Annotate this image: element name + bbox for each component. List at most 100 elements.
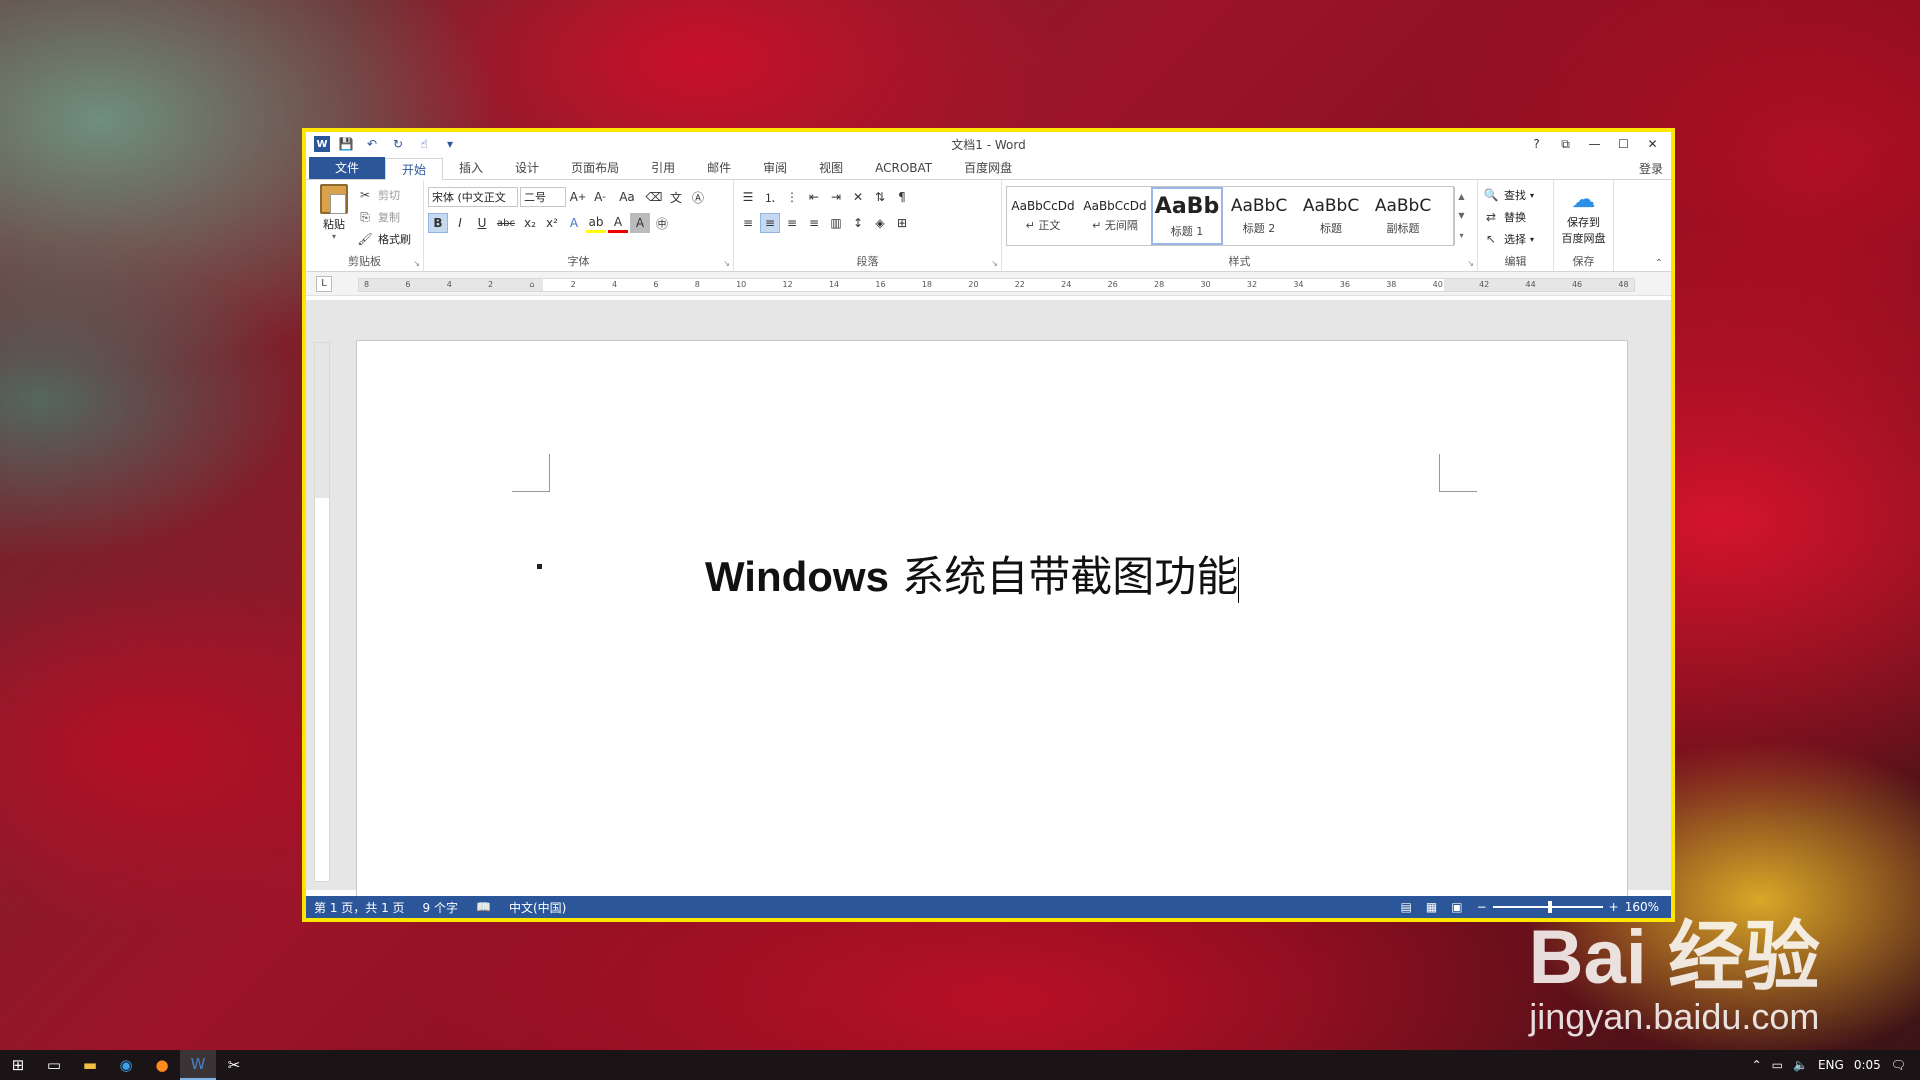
tab-insert[interactable]: 插入 [443, 157, 499, 179]
page-count[interactable]: 第 1 页，共 1 页 [314, 899, 405, 916]
distributed-icon[interactable]: ▥ [826, 213, 846, 233]
grow-font-icon[interactable]: A + [568, 187, 588, 207]
zoom-slider[interactable] [1492, 901, 1603, 913]
ribbon-display-button[interactable]: ⧉ [1551, 132, 1580, 156]
tab-review[interactable]: 审阅 [747, 157, 803, 179]
save-baidu-button[interactable]: ☁ 保存到 百度网盘 [1558, 184, 1609, 246]
tab-design[interactable]: 设计 [499, 157, 555, 179]
numbering-icon[interactable]: ⒈ [760, 187, 780, 207]
touch-mode-icon[interactable]: ☝ [414, 135, 434, 153]
word-taskbar-icon[interactable]: W [180, 1050, 216, 1080]
char-border-icon[interactable]: Ⓐ [688, 187, 708, 207]
cut-button[interactable]: ✂ 剪切 [356, 184, 411, 206]
font-color-icon[interactable]: A [608, 213, 628, 233]
justify-icon[interactable]: ≡ [804, 213, 824, 233]
copy-button[interactable]: ⎘ 复制 [356, 206, 411, 228]
line-spacing-icon[interactable]: ↕ [848, 213, 868, 233]
close-button[interactable]: ✕ [1638, 132, 1667, 156]
style-no-spacing[interactable]: AaBbCcDd ↵ 无间隔 [1079, 187, 1151, 245]
language-indicator[interactable]: 中文(中国) [509, 899, 566, 916]
vertical-ruler[interactable] [314, 342, 330, 882]
maximize-button[interactable]: ☐ [1609, 132, 1638, 156]
redo-icon[interactable]: ↻ [388, 135, 408, 153]
increase-indent-icon[interactable]: ⇥ [826, 187, 846, 207]
styles-scroll[interactable]: ▲ ▼ ▾ [1454, 187, 1468, 245]
align-center-icon[interactable]: ≡ [760, 213, 780, 233]
borders-icon[interactable]: ⊞ [892, 213, 912, 233]
dialog-launcher-icon[interactable]: ↘ [413, 259, 420, 268]
tab-acrobat[interactable]: ACROBAT [859, 157, 948, 179]
chinese-layout-icon[interactable]: ✕ [848, 187, 868, 207]
tab-file[interactable]: 文件 [309, 157, 386, 179]
style-subtitle[interactable]: AaBbC 副标题 [1367, 187, 1439, 245]
align-right-icon[interactable]: ≡ [782, 213, 802, 233]
tray-chevron-icon[interactable]: ⌃ [1752, 1058, 1762, 1072]
customize-icon[interactable]: ▾ [440, 135, 460, 153]
edge-icon[interactable]: ◉ [108, 1050, 144, 1080]
tab-selector[interactable]: L [316, 276, 332, 292]
align-left-icon[interactable]: ≡ [738, 213, 758, 233]
enclose-char-icon[interactable]: ㊥ [652, 213, 672, 233]
tab-baidu[interactable]: 百度网盘 [948, 157, 1028, 179]
tab-layout[interactable]: 页面布局 [555, 157, 635, 179]
chevron-up-icon[interactable]: ▲ [1458, 192, 1464, 201]
italic-button[interactable]: I [450, 213, 470, 233]
tab-references[interactable]: 引用 [635, 157, 691, 179]
help-button[interactable]: ? [1522, 132, 1551, 156]
file-explorer-icon[interactable]: ▬ [72, 1050, 108, 1080]
style-heading-1[interactable]: AaBb 标题 1 [1151, 187, 1223, 245]
tab-home[interactable]: 开始 [385, 158, 444, 180]
clock[interactable]: 0:05 [1854, 1058, 1881, 1072]
document-page[interactable]: Windows 系统自带截图功能 [356, 340, 1628, 900]
underline-button[interactable]: U [472, 213, 492, 233]
word-logo-icon[interactable]: W [314, 136, 330, 152]
font-name-select[interactable]: 宋体 (中文正文 [428, 187, 518, 207]
strikethrough-button[interactable]: abc [494, 213, 518, 233]
bold-button[interactable]: B [428, 213, 448, 233]
shading-icon[interactable]: ◈ [870, 213, 890, 233]
style-title[interactable]: AaBbC 标题 [1295, 187, 1367, 245]
replace-button[interactable]: ⇄ 替换 [1482, 206, 1549, 228]
show-marks-icon[interactable]: ¶ [892, 187, 912, 207]
read-mode-icon[interactable]: ▤ [1401, 900, 1412, 914]
dialog-launcher-icon[interactable]: ↘ [1467, 259, 1474, 268]
tab-mailings[interactable]: 邮件 [691, 157, 747, 179]
zoom-in-button[interactable]: + [1609, 900, 1619, 914]
network-icon[interactable]: ▭ [1772, 1058, 1783, 1072]
proofing-icon[interactable]: 📖 [476, 900, 491, 914]
dialog-launcher-icon[interactable]: ↘ [723, 259, 730, 268]
volume-icon[interactable]: 🔈 [1793, 1058, 1808, 1072]
font-size-select[interactable]: 二号 [520, 187, 566, 207]
heading-text[interactable]: Windows 系统自带截图功能 [705, 543, 1240, 604]
highlight-icon[interactable]: ab [586, 213, 606, 233]
print-layout-icon[interactable]: ▦ [1426, 900, 1437, 914]
decrease-indent-icon[interactable]: ⇤ [804, 187, 824, 207]
sort-icon[interactable]: ⇅ [870, 187, 890, 207]
style-heading-2[interactable]: AaBbC 标题 2 [1223, 187, 1295, 245]
zoom-thumb[interactable] [1547, 901, 1552, 913]
undo-icon[interactable]: ↶ [362, 135, 382, 153]
char-shading-icon[interactable]: A [630, 213, 650, 233]
format-painter-button[interactable]: 🖌 格式刷 [356, 228, 411, 250]
superscript-button[interactable]: x² [542, 213, 562, 233]
collapse-ribbon-icon[interactable]: ⌃ [1655, 258, 1663, 269]
select-button[interactable]: ↖ 选择 ▾ [1482, 228, 1549, 250]
shrink-font-icon[interactable]: A- [590, 187, 610, 207]
save-icon[interactable]: 💾 [336, 135, 356, 153]
minimize-button[interactable]: — [1580, 132, 1609, 156]
word-count[interactable]: 9 个字 [423, 899, 458, 916]
task-view-icon[interactable]: ▭ [36, 1050, 72, 1080]
login-link[interactable]: 登录 [1639, 160, 1663, 177]
web-layout-icon[interactable]: ▣ [1451, 900, 1462, 914]
paste-button[interactable]: 粘贴 ▾ [316, 184, 352, 244]
firefox-icon[interactable]: ● [144, 1050, 180, 1080]
multilevel-list-icon[interactable]: ⋮ [782, 187, 802, 207]
subscript-button[interactable]: x₂ [520, 213, 540, 233]
zoom-out-button[interactable]: − [1477, 900, 1487, 914]
text-effects-icon[interactable]: A [564, 213, 584, 233]
chevron-down-icon[interactable]: ▼ [1458, 211, 1464, 220]
zoom-level[interactable]: 160% [1625, 900, 1659, 914]
dialog-launcher-icon[interactable]: ↘ [991, 259, 998, 268]
phonetic-guide-icon[interactable]: 文 [666, 187, 686, 207]
start-icon[interactable]: ⊞ [0, 1050, 36, 1080]
